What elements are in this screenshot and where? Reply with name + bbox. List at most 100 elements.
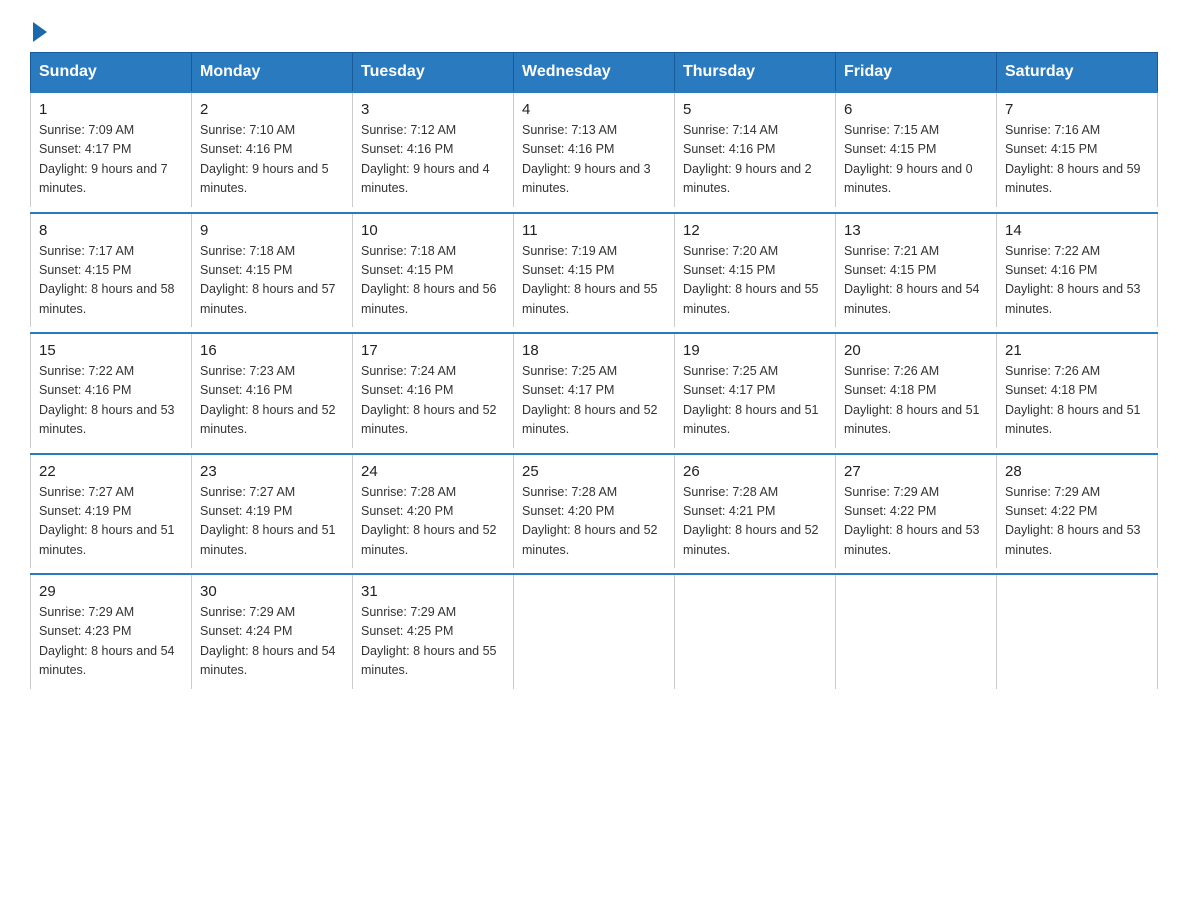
calendar-cell: 26 Sunrise: 7:28 AMSunset: 4:21 PMDayligh… bbox=[675, 454, 836, 569]
day-number: 5 bbox=[683, 101, 827, 118]
day-number: 21 bbox=[1005, 342, 1149, 359]
calendar-cell: 20 Sunrise: 7:26 AMSunset: 4:18 PMDayligh… bbox=[836, 333, 997, 448]
day-number: 24 bbox=[361, 463, 505, 480]
day-number: 31 bbox=[361, 583, 505, 600]
calendar-cell: 15 Sunrise: 7:22 AMSunset: 4:16 PMDayligh… bbox=[31, 333, 192, 448]
calendar-cell: 21 Sunrise: 7:26 AMSunset: 4:18 PMDayligh… bbox=[997, 333, 1158, 448]
calendar-cell bbox=[997, 574, 1158, 689]
header-day-sunday: Sunday bbox=[31, 53, 192, 93]
calendar-cell: 1 Sunrise: 7:09 AMSunset: 4:17 PMDaylight… bbox=[31, 92, 192, 207]
day-number: 3 bbox=[361, 101, 505, 118]
day-info: Sunrise: 7:29 AMSunset: 4:23 PMDaylight:… bbox=[39, 603, 183, 681]
calendar-cell: 4 Sunrise: 7:13 AMSunset: 4:16 PMDaylight… bbox=[514, 92, 675, 207]
calendar-cell: 2 Sunrise: 7:10 AMSunset: 4:16 PMDaylight… bbox=[192, 92, 353, 207]
day-number: 8 bbox=[39, 222, 183, 239]
day-info: Sunrise: 7:16 AMSunset: 4:15 PMDaylight:… bbox=[1005, 121, 1149, 199]
calendar-cell bbox=[836, 574, 997, 689]
day-number: 1 bbox=[39, 101, 183, 118]
day-info: Sunrise: 7:19 AMSunset: 4:15 PMDaylight:… bbox=[522, 242, 666, 320]
day-number: 7 bbox=[1005, 101, 1149, 118]
day-number: 16 bbox=[200, 342, 344, 359]
calendar-cell: 25Sunrise: 7:28 AMSunset: 4:20 PMDayligh… bbox=[514, 454, 675, 569]
day-info: Sunrise: 7:23 AMSunset: 4:16 PMDaylight:… bbox=[200, 362, 344, 440]
day-info: Sunrise: 7:25 AMSunset: 4:17 PMDaylight:… bbox=[683, 362, 827, 440]
day-number: 29 bbox=[39, 583, 183, 600]
calendar-cell: 11 Sunrise: 7:19 AMSunset: 4:15 PMDayligh… bbox=[514, 213, 675, 328]
calendar-cell bbox=[675, 574, 836, 689]
week-row-5: 29 Sunrise: 7:29 AMSunset: 4:23 PMDayligh… bbox=[31, 574, 1158, 689]
header-day-saturday: Saturday bbox=[997, 53, 1158, 93]
day-info: Sunrise: 7:28 AMSunset: 4:20 PMDaylight:… bbox=[361, 483, 505, 561]
page-header bbox=[30, 20, 1158, 42]
calendar-cell: 30 Sunrise: 7:29 AMSunset: 4:24 PMDayligh… bbox=[192, 574, 353, 689]
calendar-cell: 18 Sunrise: 7:25 AMSunset: 4:17 PMDayligh… bbox=[514, 333, 675, 448]
day-info: Sunrise: 7:18 AMSunset: 4:15 PMDaylight:… bbox=[200, 242, 344, 320]
calendar-cell: 9 Sunrise: 7:18 AMSunset: 4:15 PMDaylight… bbox=[192, 213, 353, 328]
day-number: 18 bbox=[522, 342, 666, 359]
day-info: Sunrise: 7:24 AMSunset: 4:16 PMDaylight:… bbox=[361, 362, 505, 440]
calendar-cell: 14Sunrise: 7:22 AMSunset: 4:16 PMDayligh… bbox=[997, 213, 1158, 328]
calendar-cell: 28Sunrise: 7:29 AMSunset: 4:22 PMDayligh… bbox=[997, 454, 1158, 569]
week-row-2: 8 Sunrise: 7:17 AMSunset: 4:15 PMDaylight… bbox=[31, 213, 1158, 328]
calendar-cell: 24 Sunrise: 7:28 AMSunset: 4:20 PMDayligh… bbox=[353, 454, 514, 569]
calendar-cell: 13 Sunrise: 7:21 AMSunset: 4:15 PMDayligh… bbox=[836, 213, 997, 328]
day-number: 17 bbox=[361, 342, 505, 359]
day-number: 19 bbox=[683, 342, 827, 359]
calendar-cell: 7 Sunrise: 7:16 AMSunset: 4:15 PMDaylight… bbox=[997, 92, 1158, 207]
week-row-1: 1 Sunrise: 7:09 AMSunset: 4:17 PMDaylight… bbox=[31, 92, 1158, 207]
calendar-cell: 27Sunrise: 7:29 AMSunset: 4:22 PMDayligh… bbox=[836, 454, 997, 569]
day-info: Sunrise: 7:13 AMSunset: 4:16 PMDaylight:… bbox=[522, 121, 666, 199]
day-info: Sunrise: 7:27 AMSunset: 4:19 PMDaylight:… bbox=[200, 483, 344, 561]
day-info: Sunrise: 7:29 AMSunset: 4:24 PMDaylight:… bbox=[200, 603, 344, 681]
calendar-cell: 19 Sunrise: 7:25 AMSunset: 4:17 PMDayligh… bbox=[675, 333, 836, 448]
calendar-cell: 5 Sunrise: 7:14 AMSunset: 4:16 PMDaylight… bbox=[675, 92, 836, 207]
day-number: 12 bbox=[683, 222, 827, 239]
day-number: 26 bbox=[683, 463, 827, 480]
day-info: Sunrise: 7:12 AMSunset: 4:16 PMDaylight:… bbox=[361, 121, 505, 199]
day-info: Sunrise: 7:10 AMSunset: 4:16 PMDaylight:… bbox=[200, 121, 344, 199]
day-info: Sunrise: 7:26 AMSunset: 4:18 PMDaylight:… bbox=[1005, 362, 1149, 440]
day-info: Sunrise: 7:20 AMSunset: 4:15 PMDaylight:… bbox=[683, 242, 827, 320]
day-number: 9 bbox=[200, 222, 344, 239]
day-number: 15 bbox=[39, 342, 183, 359]
day-info: Sunrise: 7:09 AMSunset: 4:17 PMDaylight:… bbox=[39, 121, 183, 199]
calendar-cell: 17 Sunrise: 7:24 AMSunset: 4:16 PMDayligh… bbox=[353, 333, 514, 448]
day-info: Sunrise: 7:14 AMSunset: 4:16 PMDaylight:… bbox=[683, 121, 827, 199]
day-number: 23 bbox=[200, 463, 344, 480]
calendar-cell: 29 Sunrise: 7:29 AMSunset: 4:23 PMDayligh… bbox=[31, 574, 192, 689]
calendar-cell: 12 Sunrise: 7:20 AMSunset: 4:15 PMDayligh… bbox=[675, 213, 836, 328]
day-info: Sunrise: 7:25 AMSunset: 4:17 PMDaylight:… bbox=[522, 362, 666, 440]
calendar-cell: 10Sunrise: 7:18 AMSunset: 4:15 PMDayligh… bbox=[353, 213, 514, 328]
day-info: Sunrise: 7:29 AMSunset: 4:22 PMDaylight:… bbox=[844, 483, 988, 561]
day-number: 20 bbox=[844, 342, 988, 359]
logo-arrow-icon bbox=[33, 22, 47, 42]
day-number: 30 bbox=[200, 583, 344, 600]
calendar-cell: 6 Sunrise: 7:15 AMSunset: 4:15 PMDaylight… bbox=[836, 92, 997, 207]
day-info: Sunrise: 7:29 AMSunset: 4:22 PMDaylight:… bbox=[1005, 483, 1149, 561]
day-number: 2 bbox=[200, 101, 344, 118]
header-row: SundayMondayTuesdayWednesdayThursdayFrid… bbox=[31, 53, 1158, 93]
day-info: Sunrise: 7:17 AMSunset: 4:15 PMDaylight:… bbox=[39, 242, 183, 320]
calendar-cell: 23 Sunrise: 7:27 AMSunset: 4:19 PMDayligh… bbox=[192, 454, 353, 569]
day-info: Sunrise: 7:22 AMSunset: 4:16 PMDaylight:… bbox=[39, 362, 183, 440]
day-info: Sunrise: 7:15 AMSunset: 4:15 PMDaylight:… bbox=[844, 121, 988, 199]
day-number: 6 bbox=[844, 101, 988, 118]
day-info: Sunrise: 7:27 AMSunset: 4:19 PMDaylight:… bbox=[39, 483, 183, 561]
day-info: Sunrise: 7:21 AMSunset: 4:15 PMDaylight:… bbox=[844, 242, 988, 320]
header-day-tuesday: Tuesday bbox=[353, 53, 514, 93]
day-number: 14 bbox=[1005, 222, 1149, 239]
day-number: 11 bbox=[522, 222, 666, 239]
day-info: Sunrise: 7:28 AMSunset: 4:20 PMDaylight:… bbox=[522, 483, 666, 561]
calendar-cell: 8 Sunrise: 7:17 AMSunset: 4:15 PMDaylight… bbox=[31, 213, 192, 328]
day-number: 22 bbox=[39, 463, 183, 480]
day-info: Sunrise: 7:29 AMSunset: 4:25 PMDaylight:… bbox=[361, 603, 505, 681]
header-day-friday: Friday bbox=[836, 53, 997, 93]
calendar-cell bbox=[514, 574, 675, 689]
header-day-thursday: Thursday bbox=[675, 53, 836, 93]
day-info: Sunrise: 7:28 AMSunset: 4:21 PMDaylight:… bbox=[683, 483, 827, 561]
day-number: 10 bbox=[361, 222, 505, 239]
logo bbox=[30, 20, 47, 42]
day-number: 4 bbox=[522, 101, 666, 118]
day-number: 13 bbox=[844, 222, 988, 239]
day-info: Sunrise: 7:26 AMSunset: 4:18 PMDaylight:… bbox=[844, 362, 988, 440]
